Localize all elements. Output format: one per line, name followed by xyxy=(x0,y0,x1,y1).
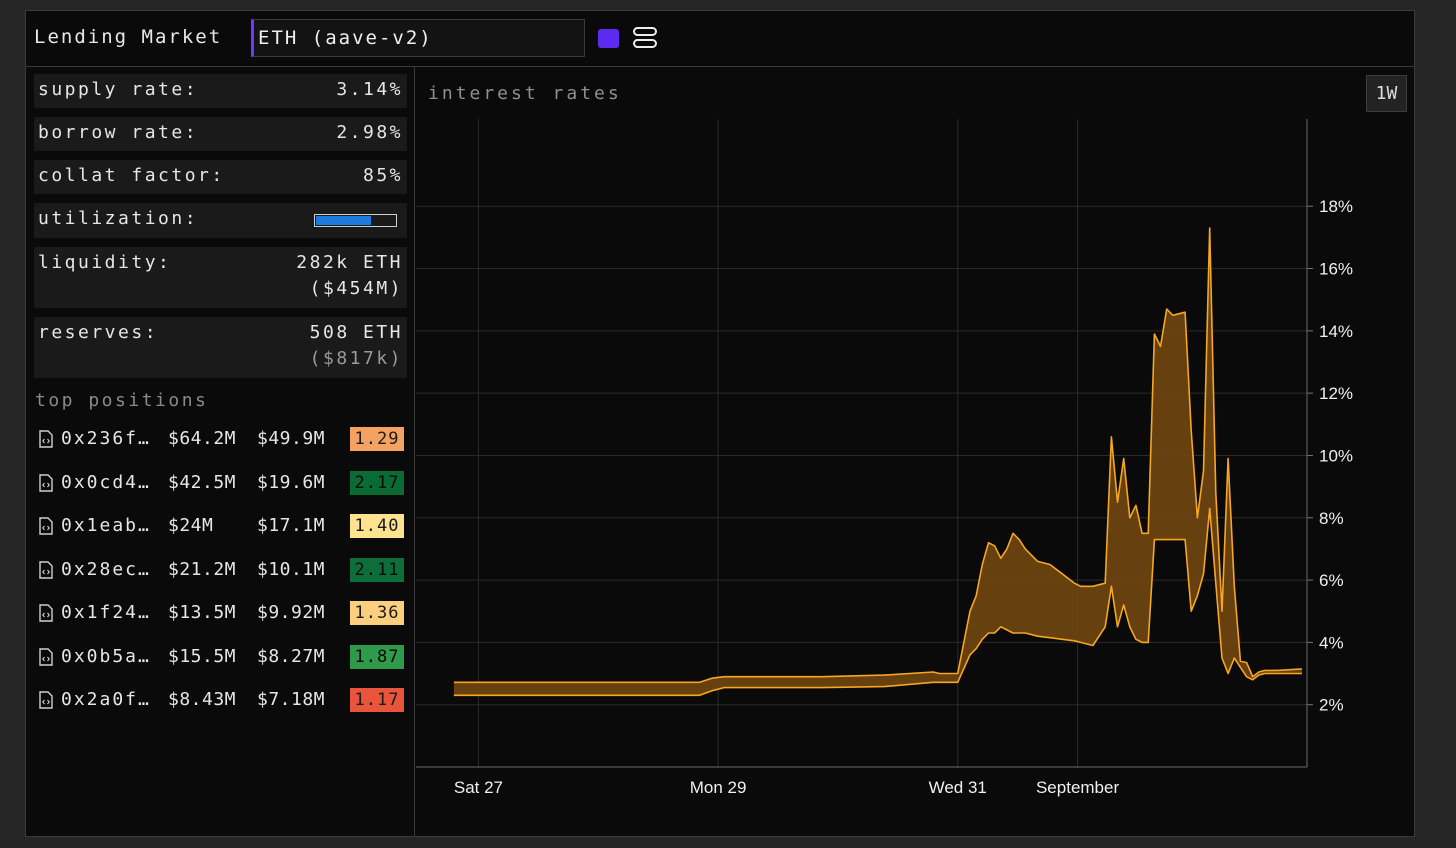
health-factor-badge: 1.36 xyxy=(350,601,404,625)
y-tick-label: 18% xyxy=(1319,197,1353,216)
position-row[interactable]: 0x236f… $64.2M $49.9M 1.29 xyxy=(36,425,406,453)
supply-rate-value: 3.14% xyxy=(336,79,403,100)
y-tick-label: 14% xyxy=(1319,322,1353,341)
collat-factor-label: collat factor: xyxy=(38,165,225,186)
supply-rate-row: supply rate: 3.14% xyxy=(34,74,407,108)
contract-file-icon xyxy=(39,647,53,666)
position-row[interactable]: 0x0cd4… $42.5M $19.6M 2.17 xyxy=(36,469,406,497)
position-debt: $7.18M xyxy=(257,689,326,710)
interest-rates-chart: 2% 4% 6% 8% 10% 12% 14% 16% 18% Sat 27 Mon 29 Wed 3… xyxy=(416,119,1353,797)
reserves-row: reserves: 508 ETH ($817k) xyxy=(34,317,407,378)
x-tick-label: Mon 29 xyxy=(690,778,747,797)
position-debt: $49.9M xyxy=(257,428,326,449)
x-tick-label: September xyxy=(1036,778,1119,797)
collat-factor-value: 85% xyxy=(362,165,403,186)
position-debt: $19.6M xyxy=(257,471,326,493)
position-collateral: $42.5M xyxy=(168,471,237,493)
rate-band-area xyxy=(453,228,1302,696)
utilization-row: utilization: xyxy=(34,203,407,238)
position-collateral: $13.5M xyxy=(168,602,237,623)
position-row[interactable]: 0x1eab… $24M $17.1M 1.40 xyxy=(36,512,406,540)
top-positions-heading: top positions xyxy=(35,390,209,411)
liquidity-value: 282k ETH xyxy=(296,252,403,273)
app-title: Lending Market xyxy=(34,26,223,48)
liquidity-row: liquidity: 282k ETH ($454M) xyxy=(34,247,407,308)
position-debt: $10.1M xyxy=(257,558,326,580)
position-debt: $17.1M xyxy=(257,515,326,536)
y-tick-label: 6% xyxy=(1319,571,1344,590)
position-collateral: $15.5M xyxy=(168,645,237,667)
health-factor-badge: 1.87 xyxy=(350,644,404,669)
contract-file-icon xyxy=(39,517,53,535)
position-collateral: $21.2M xyxy=(168,558,237,580)
utilization-label: utilization: xyxy=(38,208,199,229)
position-address[interactable]: 0x1eab… xyxy=(61,515,151,536)
x-tick-label: Wed 31 xyxy=(929,778,987,797)
contract-file-icon xyxy=(39,430,53,448)
position-row[interactable]: 0x2a0f… $8.43M $7.18M 1.17 xyxy=(36,686,406,714)
color-swatch[interactable] xyxy=(598,29,619,48)
position-collateral: $8.43M xyxy=(168,689,237,710)
interest-rates-chart-panel: 2% 4% 6% 8% 10% 12% 14% 16% 18% Sat 27 Mon 29 Wed 3… xyxy=(416,67,1414,837)
position-collateral: $24M xyxy=(168,515,214,536)
health-factor-badge: 2.17 xyxy=(350,470,404,495)
position-address[interactable]: 0x2a0f… xyxy=(61,689,151,710)
utilization-bar xyxy=(314,214,397,227)
position-debt: $8.27M xyxy=(257,645,326,667)
liquidity-label: liquidity: xyxy=(38,252,172,273)
layout-rows-icon[interactable] xyxy=(633,27,657,49)
position-collateral: $64.2M xyxy=(168,428,237,449)
market-stats-panel: supply rate: 3.14% borrow rate: 2.98% co… xyxy=(26,67,415,837)
position-address[interactable]: 0x0b5a… xyxy=(61,646,151,667)
y-tick-label: 8% xyxy=(1319,509,1344,528)
health-factor-badge: 1.17 xyxy=(350,688,404,712)
title-bar: Lending Market xyxy=(26,11,1414,67)
supply-rate-label: supply rate: xyxy=(38,79,199,100)
market-input[interactable] xyxy=(251,19,585,57)
position-address[interactable]: 0x0cd4… xyxy=(61,472,151,493)
y-tick-label: 10% xyxy=(1319,446,1353,465)
reserves-value: 508 ETH xyxy=(309,322,403,343)
time-range-button[interactable]: 1W xyxy=(1366,75,1407,112)
contract-file-icon xyxy=(39,604,53,622)
x-tick-label: Sat 27 xyxy=(454,778,503,797)
lending-market-window: Lending Market supply rate: 3.14% borrow… xyxy=(25,10,1415,837)
utilization-bar-fill xyxy=(316,216,372,225)
reserves-usd: ($817k) xyxy=(309,348,403,369)
chart-title: interest rates xyxy=(428,83,622,104)
borrow-rate-row: borrow rate: 2.98% xyxy=(34,117,407,151)
position-row[interactable]: 0x0b5a… $15.5M $8.27M 1.87 xyxy=(36,643,406,671)
y-tick-label: 16% xyxy=(1319,260,1353,279)
health-factor-badge: 1.40 xyxy=(350,514,404,538)
y-tick-label: 2% xyxy=(1319,696,1344,715)
borrow-rate-value: 2.98% xyxy=(336,122,403,143)
position-address[interactable]: 0x236f… xyxy=(61,428,151,449)
collat-factor-row: collat factor: 85% xyxy=(34,160,407,194)
contract-file-icon xyxy=(39,473,53,492)
reserves-label: reserves: xyxy=(38,322,159,343)
health-factor-badge: 2.11 xyxy=(350,557,404,582)
contract-file-icon xyxy=(39,560,53,579)
liquidity-usd: ($454M) xyxy=(309,278,403,299)
position-debt: $9.92M xyxy=(257,602,326,623)
position-address[interactable]: 0x1f24… xyxy=(61,602,151,623)
y-tick-label: 12% xyxy=(1319,384,1353,403)
contract-file-icon xyxy=(39,691,53,709)
position-row[interactable]: 0x1f24… $13.5M $9.92M 1.36 xyxy=(36,599,406,627)
position-row[interactable]: 0x28ec… $21.2M $10.1M 2.11 xyxy=(36,556,406,584)
y-tick-label: 4% xyxy=(1319,633,1344,652)
position-address[interactable]: 0x28ec… xyxy=(61,559,151,580)
borrow-rate-label: borrow rate: xyxy=(38,122,199,143)
health-factor-badge: 1.29 xyxy=(350,427,404,451)
